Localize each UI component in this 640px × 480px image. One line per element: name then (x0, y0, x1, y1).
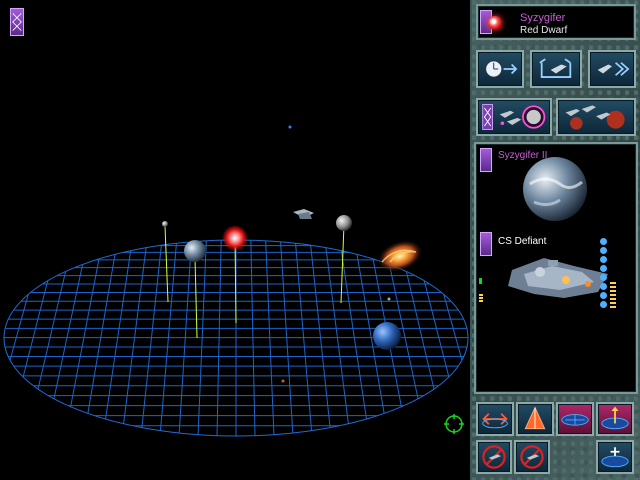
star-info-panel[interactable]: Syzygifer Red Dwarf (476, 4, 636, 40)
galaxy[interactable] (372, 234, 427, 279)
time-advance-button[interactable] (476, 50, 524, 88)
target-reticle-icon[interactable] (444, 414, 464, 434)
zoom-grid-icon (601, 455, 629, 468)
planet-small[interactable] (162, 221, 168, 227)
stalk-line (164, 225, 169, 303)
grid-select-button[interactable] (596, 402, 634, 436)
system-viewport[interactable] (0, 0, 472, 480)
planet-ships-icon (570, 117, 583, 130)
star-name: Syzygifer (520, 12, 566, 24)
star-type: Red Dwarf (520, 25, 568, 36)
shield-indicator (479, 278, 482, 284)
red-star-icon (488, 16, 502, 30)
fleet-fast-forward-icon (597, 64, 612, 74)
star-system-grid[interactable] (0, 0, 472, 480)
planet-to-ships-button[interactable] (556, 98, 636, 136)
zoom-grid-button[interactable] (596, 440, 634, 474)
purple-diamond-tab-icon[interactable] (480, 148, 492, 172)
side-panel: Syzygifer Red Dwarf Syzygifer II CS Defi… (472, 0, 640, 480)
ship-status-indicators (600, 238, 610, 310)
weapon-indicator (479, 294, 483, 302)
fleet-move-button[interactable] (588, 50, 636, 88)
no-fire-button[interactable] (476, 440, 512, 474)
planet-portrait (523, 157, 587, 221)
launch-button[interactable] (530, 50, 582, 88)
planet-moon[interactable] (336, 215, 352, 231)
ship-label: CS Defiant (498, 236, 547, 247)
selection-info-panel[interactable]: Syzygifer II CS Defiant (474, 142, 638, 394)
no-target-button[interactable] (514, 440, 550, 474)
planet-syzygifer-ii[interactable] (184, 240, 206, 262)
distant-object (387, 297, 391, 301)
distant-star (281, 379, 285, 383)
tilt-view-button[interactable] (516, 402, 554, 436)
red-dwarf-star[interactable] (222, 225, 248, 251)
purple-diamond-tab-icon[interactable] (10, 8, 24, 36)
ships-to-planet-button[interactable] (476, 98, 552, 136)
blue-planet[interactable] (373, 322, 401, 350)
grid-toggle-button[interactable] (556, 402, 594, 436)
fuel-gauge (610, 282, 616, 310)
ship-marker[interactable] (293, 209, 314, 219)
purple-diamond-tab-icon[interactable] (480, 232, 492, 256)
rotate-view-button[interactable] (476, 402, 514, 436)
distant-star (288, 125, 292, 129)
stalk-line (194, 257, 198, 339)
ship-portrait (508, 258, 608, 298)
